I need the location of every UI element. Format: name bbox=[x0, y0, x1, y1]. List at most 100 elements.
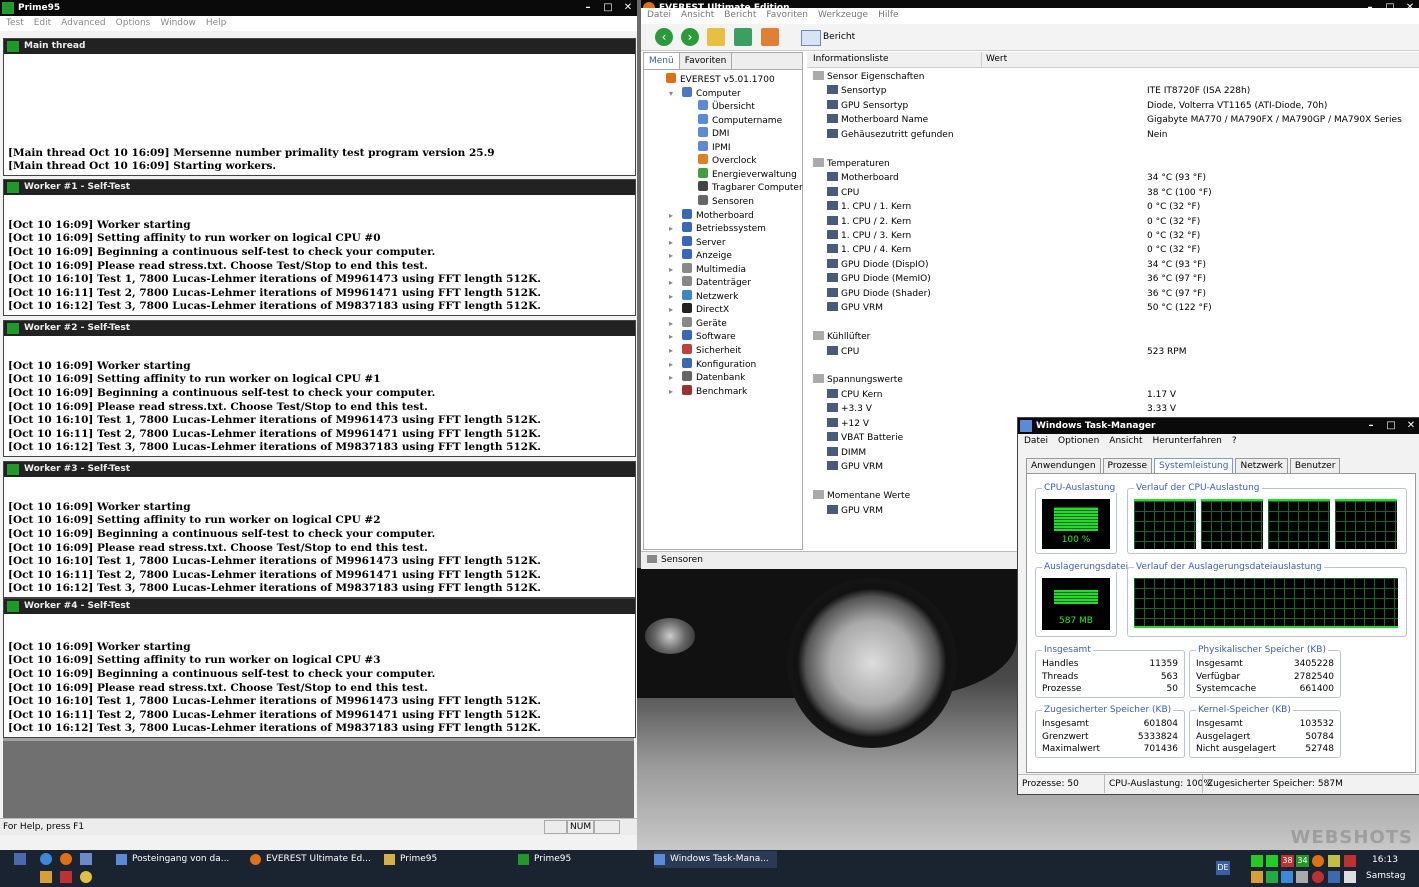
menu-options[interactable]: Options bbox=[116, 16, 151, 31]
tree-item[interactable]: ▸ Multimedia bbox=[669, 262, 746, 276]
sensor-row-label[interactable]: 1. CPU / 2. Kern bbox=[827, 215, 911, 229]
firefox-icon[interactable] bbox=[60, 853, 72, 865]
sensor-row-label[interactable]: GPU VRM bbox=[827, 504, 883, 518]
sensor-row-label[interactable]: GPU VRM bbox=[827, 460, 883, 474]
tab-menu[interactable]: Menü bbox=[644, 53, 680, 69]
sensor-row-label[interactable]: Gehäusezutritt gefunden bbox=[827, 128, 954, 142]
tray-volume-icon[interactable] bbox=[1344, 871, 1356, 883]
menu-help[interactable]: ? bbox=[1232, 434, 1237, 449]
tree-item[interactable]: ▾ Computer bbox=[669, 86, 741, 100]
prime95-window[interactable]: Prime95 – □ ✕ Test Edit Advanced Options… bbox=[0, 0, 637, 850]
tab-benutzer[interactable]: Benutzer bbox=[1289, 458, 1341, 473]
pane-titlebar[interactable]: Worker #4 - Self-Test bbox=[4, 599, 635, 614]
expand-toggle-icon[interactable]: ▸ bbox=[669, 236, 678, 249]
expand-toggle-icon[interactable]: ▸ bbox=[669, 371, 678, 384]
section-header[interactable]: Temperaturen bbox=[813, 157, 890, 171]
expand-toggle-icon[interactable]: ▸ bbox=[669, 249, 678, 262]
pane-titlebar[interactable]: Main thread bbox=[4, 39, 635, 54]
menu-optionen[interactable]: Optionen bbox=[1058, 434, 1099, 449]
sensor-row-label[interactable]: Motherboard Name bbox=[827, 113, 928, 127]
menu-herunterfahren[interactable]: Herunterfahren bbox=[1153, 434, 1222, 449]
tray-cpu-meter-icon[interactable] bbox=[1251, 855, 1263, 867]
tray-cpu-meter-icon[interactable] bbox=[1266, 855, 1278, 867]
sensor-row-label[interactable]: GPU Diode (MemIO) bbox=[827, 272, 931, 286]
tray-icon[interactable] bbox=[1266, 871, 1278, 883]
tray-icon[interactable] bbox=[1344, 855, 1356, 867]
tab-anwendungen[interactable]: Anwendungen bbox=[1026, 458, 1101, 473]
section-header[interactable]: Kühllüfter bbox=[813, 330, 870, 344]
tree-item[interactable]: ▸ Netzwerk bbox=[669, 289, 738, 303]
prime95-titlebar[interactable]: Prime95 – □ ✕ bbox=[0, 0, 637, 16]
pane-titlebar[interactable]: Worker #2 - Self-Test bbox=[4, 321, 635, 336]
menu-werkzeuge[interactable]: Werkzeuge bbox=[818, 8, 868, 22]
taskmanager-titlebar[interactable]: Windows Task-Manager – □ ✕ bbox=[1018, 418, 1419, 434]
tree-item[interactable]: Sensoren bbox=[698, 194, 754, 208]
worker-2-pane[interactable]: Worker #2 - Self-Test [Oct 10 16:09] Wor… bbox=[3, 320, 636, 457]
menu-favoriten[interactable]: Favoriten bbox=[766, 8, 808, 22]
tree-item[interactable]: Übersicht bbox=[698, 100, 755, 113]
tab-favoriten[interactable]: Favoriten bbox=[680, 53, 733, 69]
up-folder-icon[interactable] bbox=[707, 28, 725, 46]
taskbar-button-outlook[interactable]: Posteingang von da... bbox=[116, 851, 229, 868]
close-button[interactable]: ✕ bbox=[1404, 419, 1418, 433]
maximize-button[interactable]: □ bbox=[601, 1, 615, 15]
section-header[interactable]: Momentane Werte bbox=[813, 489, 910, 503]
tree-item[interactable]: ▸ Datenträger bbox=[669, 276, 751, 289]
sensor-row-label[interactable]: CPU bbox=[827, 186, 859, 200]
menu-datei[interactable]: Datei bbox=[647, 8, 671, 22]
minimize-button[interactable]: – bbox=[1364, 419, 1378, 433]
menu-window[interactable]: Window bbox=[160, 16, 196, 31]
menu-test[interactable]: Test bbox=[6, 16, 24, 31]
tree-item[interactable]: ▸ Server bbox=[669, 235, 726, 249]
tree-item[interactable]: Overclock bbox=[698, 154, 757, 167]
tree-item[interactable]: Computername bbox=[698, 113, 782, 127]
tray-temp-cpu[interactable]: 38 bbox=[1281, 855, 1294, 867]
expand-toggle-icon[interactable]: ▸ bbox=[669, 358, 678, 371]
taskbar-button-taskmanager[interactable]: Windows Task-Mana... bbox=[654, 851, 777, 868]
sensor-row-label[interactable]: +12 V bbox=[827, 417, 869, 431]
taskmanager-window[interactable]: Windows Task-Manager – □ ✕ Datei Optione… bbox=[1017, 417, 1419, 795]
col-wert[interactable]: Wert bbox=[981, 52, 1007, 67]
sensor-row-label[interactable]: Sensortyp bbox=[827, 84, 886, 98]
section-header[interactable]: Sensor Eigenschaften bbox=[813, 70, 925, 84]
expand-toggle-icon[interactable]: ▸ bbox=[669, 385, 678, 398]
menu-hilfe[interactable]: Hilfe bbox=[878, 8, 898, 22]
minimize-button[interactable]: – bbox=[581, 1, 595, 15]
expand-toggle-icon[interactable]: ▸ bbox=[669, 303, 678, 316]
tray-icon[interactable] bbox=[1251, 871, 1263, 883]
tree-item[interactable]: EVEREST v5.01.1700 bbox=[666, 73, 775, 86]
expand-toggle-icon[interactable]: ▸ bbox=[669, 290, 678, 303]
tree-item[interactable]: ▸ Betriebssystem bbox=[669, 222, 766, 235]
worker-4-pane[interactable]: Worker #4 - Self-Test [Oct 10 16:09] Wor… bbox=[3, 598, 636, 738]
taskbar-button-prime95-folder[interactable]: Prime95 bbox=[384, 851, 437, 868]
tree-item[interactable]: ▸ Benchmark bbox=[669, 384, 747, 398]
back-arrow-icon[interactable]: ‹ bbox=[655, 28, 673, 46]
tree-item[interactable]: DMI bbox=[698, 127, 729, 140]
tray-icon[interactable] bbox=[1328, 855, 1340, 867]
worker-3-pane[interactable]: Worker #3 - Self-Test [Oct 10 16:09] Wor… bbox=[3, 461, 636, 598]
sensor-row-label[interactable]: DIMM bbox=[827, 446, 866, 460]
tree-item[interactable]: ▸ Datenbank bbox=[669, 371, 745, 384]
tree-item[interactable]: Tragbarer Computer bbox=[698, 181, 803, 194]
expand-toggle-icon[interactable]: ▸ bbox=[669, 330, 678, 343]
menu-help[interactable]: Help bbox=[206, 16, 227, 31]
worker-1-pane[interactable]: Worker #1 - Self-Test [Oct 10 16:09] Wor… bbox=[3, 179, 636, 316]
tray-antivirus-icon[interactable] bbox=[1312, 871, 1324, 883]
quicklaunch-icon[interactable] bbox=[40, 871, 52, 883]
sensor-row-label[interactable]: GPU Diode (DispIO) bbox=[827, 258, 929, 272]
clock-time[interactable]: 16:13 bbox=[1372, 855, 1398, 865]
sensor-row-label[interactable]: 1. CPU / 1. Kern bbox=[827, 200, 911, 214]
main-thread-pane[interactable]: Main thread [Main thread Oct 10 16:09] M… bbox=[3, 38, 636, 176]
expand-toggle-icon[interactable]: ▸ bbox=[669, 263, 678, 276]
maximize-button[interactable]: □ bbox=[1384, 419, 1398, 433]
tree-item[interactable]: ▸ Sicherheit bbox=[669, 344, 741, 357]
language-indicator[interactable]: DE bbox=[1216, 861, 1230, 875]
sensor-row-label[interactable]: CPU Kern bbox=[827, 388, 882, 402]
sensor-row-label[interactable]: 1. CPU / 3. Kern bbox=[827, 229, 911, 243]
col-informationsliste[interactable]: Informationsliste bbox=[813, 52, 889, 67]
pane-titlebar[interactable]: Worker #3 - Self-Test bbox=[4, 462, 635, 477]
tray-icon[interactable] bbox=[1281, 871, 1293, 883]
tree-item[interactable]: ▸ Software bbox=[669, 330, 736, 343]
menu-datei[interactable]: Datei bbox=[1024, 434, 1048, 449]
menu-bericht[interactable]: Bericht bbox=[724, 8, 756, 22]
